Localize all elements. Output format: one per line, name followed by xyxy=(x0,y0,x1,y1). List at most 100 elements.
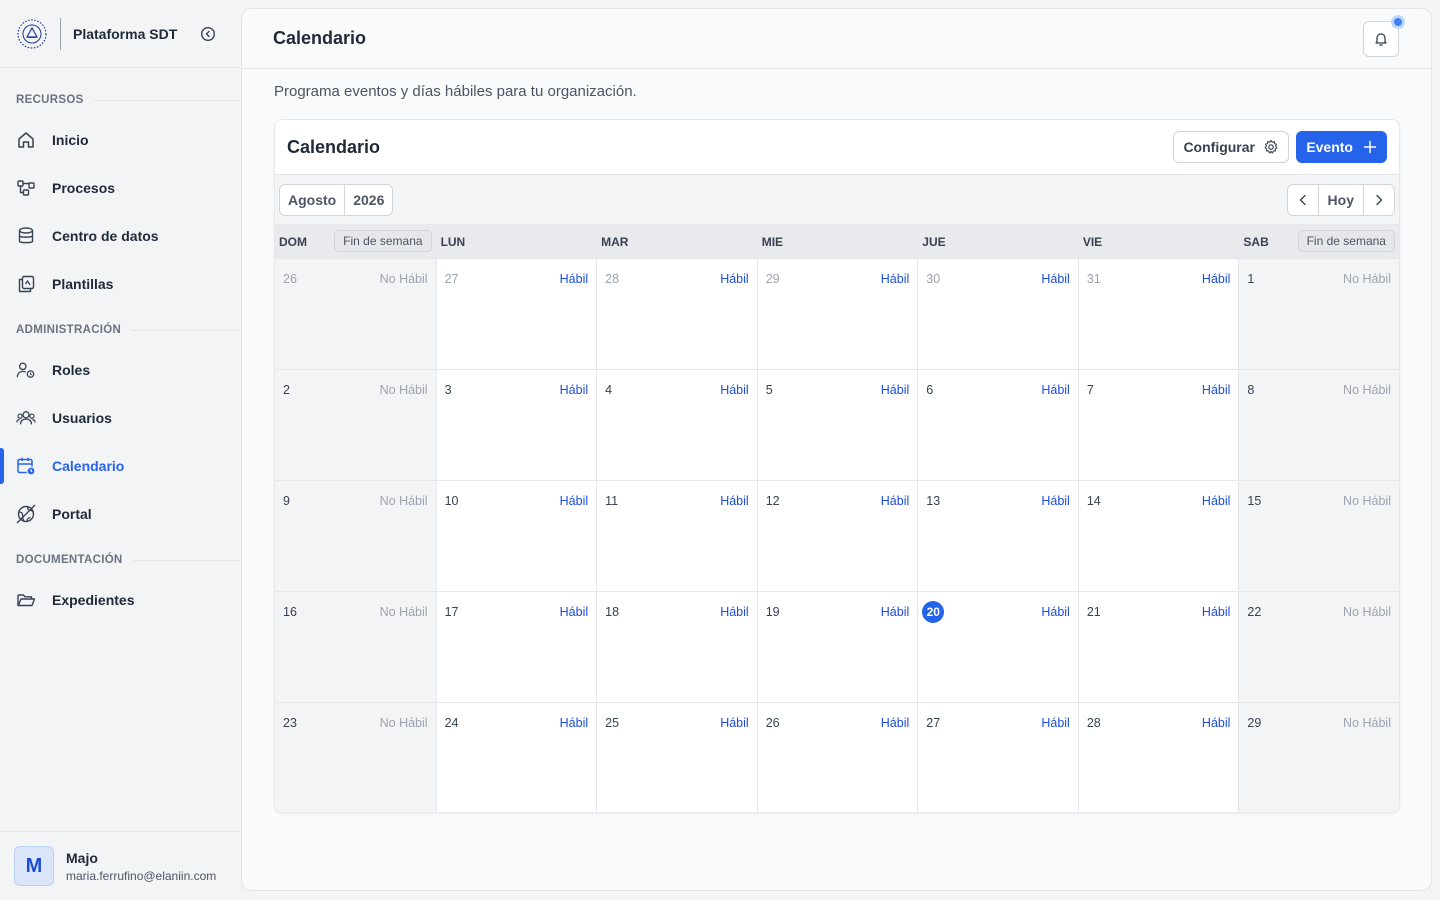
business-day-label: Hábil xyxy=(720,272,749,286)
calendar-day-cell[interactable]: 25 Hábil xyxy=(596,703,757,812)
sidebar-item-roles[interactable]: Roles xyxy=(0,350,240,390)
calendar-day-cell[interactable]: 3 Hábil xyxy=(435,370,597,481)
day-number: 31 xyxy=(1086,272,1101,286)
calendar-day-cell[interactable]: 10 Hábil xyxy=(435,481,597,592)
non-business-day-label: No Hábil xyxy=(379,716,428,730)
business-day-label: Hábil xyxy=(559,383,589,397)
user-role-icon xyxy=(16,360,36,380)
calendar-day-cell[interactable]: 28 Hábil xyxy=(596,259,757,370)
non-business-day-label: No Hábil xyxy=(379,494,428,508)
today-button[interactable]: Hoy xyxy=(1317,185,1364,215)
calendar-day-cell[interactable]: 21 Hábil xyxy=(1077,592,1239,703)
sidebar-item-inicio[interactable]: Inicio xyxy=(0,120,240,160)
day-number: 27 xyxy=(444,272,459,286)
weekend-badge: Fin de semana xyxy=(334,230,432,252)
sidebar-item-label: Portal xyxy=(52,506,92,522)
user-profile[interactable]: M Majo maria.ferrufino@elaniin.com xyxy=(0,831,240,900)
workflow-icon xyxy=(16,178,36,198)
calendar-day-cell[interactable]: 5 Hábil xyxy=(756,370,918,481)
day-number: 28 xyxy=(605,272,620,286)
day-number: 9 xyxy=(283,494,290,508)
business-day-label: Hábil xyxy=(1201,494,1231,508)
calendar-day-cell[interactable]: 31 Hábil xyxy=(1077,259,1239,370)
calendar-day-cell[interactable]: 18 Hábil xyxy=(596,592,757,703)
calendar-day-cell[interactable]: 16 No Hábil xyxy=(275,592,436,703)
calendar-toolbar: Agosto 2026 Hoy xyxy=(275,175,1399,225)
calendar-day-cell[interactable]: 23 No Hábil xyxy=(275,703,436,812)
calendar-day-cell[interactable]: 12 Hábil xyxy=(756,481,918,592)
sidebar-item-centro-de-datos[interactable]: Centro de datos xyxy=(0,216,240,256)
business-day-label: Hábil xyxy=(880,383,910,397)
calendar-day-cell[interactable]: 4 Hábil xyxy=(596,370,757,481)
brand-name: Plataforma SDT xyxy=(73,25,178,42)
chevron-right-icon xyxy=(1372,193,1386,207)
calendar-day-cell[interactable]: 29 No Hábil xyxy=(1238,703,1399,812)
section-label-recursos: RECURSOS xyxy=(0,90,240,110)
templates-icon xyxy=(16,274,36,294)
weekday-dom: DOM Fin de semana xyxy=(275,225,436,258)
year-select[interactable]: 2026 xyxy=(344,185,392,215)
business-day-label: Hábil xyxy=(720,383,749,397)
notifications-button[interactable] xyxy=(1363,15,1405,57)
sidebar-item-plantillas[interactable]: Plantillas xyxy=(0,264,240,304)
calendar-day-cell[interactable]: 1 No Hábil xyxy=(1238,259,1399,370)
gear-icon xyxy=(1263,139,1279,155)
avatar: M xyxy=(14,846,54,886)
calendar-day-cell[interactable]: 26 Hábil xyxy=(756,703,918,812)
calendar-day-cell[interactable]: 7 Hábil xyxy=(1077,370,1239,481)
business-day-label: Hábil xyxy=(1201,716,1231,730)
calendar-day-cell[interactable]: 27 Hábil xyxy=(917,703,1078,812)
day-number: 1 xyxy=(1247,272,1255,286)
day-number: 14 xyxy=(1086,494,1101,508)
sidebar-item-procesos[interactable]: Procesos xyxy=(0,168,240,208)
calendar-day-cell[interactable]: 15 No Hábil xyxy=(1238,481,1399,592)
calendar-day-cell[interactable]: 27 Hábil xyxy=(435,259,597,370)
database-icon xyxy=(16,226,36,246)
business-day-label: Hábil xyxy=(1041,494,1070,508)
calendar-day-cell[interactable]: 29 Hábil xyxy=(756,259,918,370)
government-seal-logo xyxy=(16,18,48,50)
month-navigation: Hoy xyxy=(1286,184,1395,216)
calendar-day-cell[interactable]: 11 Hábil xyxy=(596,481,757,592)
calendar-day-cell[interactable]: 30 Hábil xyxy=(917,259,1078,370)
notification-dot xyxy=(1391,15,1405,29)
non-business-day-label: No Hábil xyxy=(1343,494,1391,508)
day-number: 30 xyxy=(926,272,941,286)
configure-button[interactable]: Configurar xyxy=(1173,131,1289,163)
business-day-label: Hábil xyxy=(559,494,589,508)
month-year-selector: Agosto 2026 xyxy=(279,184,394,216)
collapse-sidebar-icon[interactable] xyxy=(199,25,217,43)
non-business-day-label: No Hábil xyxy=(379,272,428,286)
calendar-day-cell[interactable]: 20 Hábil xyxy=(917,592,1078,703)
calendar-day-cell[interactable]: 19 Hábil xyxy=(756,592,918,703)
calendar-day-cell[interactable]: 22 No Hábil xyxy=(1238,592,1399,703)
month-select[interactable]: Agosto xyxy=(280,185,344,215)
sidebar-item-label: Inicio xyxy=(52,132,89,148)
calendar-day-cell[interactable]: 17 Hábil xyxy=(435,592,597,703)
day-number: 16 xyxy=(283,605,297,619)
brand-bar: Plataforma SDT xyxy=(0,0,240,68)
calendar-day-cell[interactable]: 28 Hábil xyxy=(1077,703,1239,812)
calendar-day-cell[interactable]: 2 No Hábil xyxy=(275,370,436,481)
weekday-label: SAB xyxy=(1243,234,1269,249)
weekday-mar: MAR xyxy=(596,225,757,258)
sidebar-item-expedientes[interactable]: Expedientes xyxy=(0,580,240,620)
add-event-button[interactable]: Evento xyxy=(1296,131,1387,163)
weekday-lun: LUN xyxy=(435,225,597,258)
sidebar-item-usuarios[interactable]: Usuarios xyxy=(0,398,240,438)
sidebar-item-calendario[interactable]: Calendario xyxy=(0,446,240,486)
calendar-day-cell[interactable]: 24 Hábil xyxy=(435,703,597,812)
calendar-day-cell[interactable]: 13 Hábil xyxy=(917,481,1078,592)
sidebar-item-portal[interactable]: Portal xyxy=(0,494,240,534)
calendar-day-cell[interactable]: 26 No Hábil xyxy=(275,259,436,370)
calendar-day-cell[interactable]: 9 No Hábil xyxy=(275,481,436,592)
bell-icon xyxy=(1373,31,1389,47)
previous-month-button[interactable] xyxy=(1288,185,1318,215)
calendar-day-cell[interactable]: 8 No Hábil xyxy=(1238,370,1399,481)
user-email: maria.ferrufino@elaniin.com xyxy=(66,868,217,883)
next-month-button[interactable] xyxy=(1364,185,1394,215)
calendar-day-cell[interactable]: 14 Hábil xyxy=(1077,481,1239,592)
day-number: 24 xyxy=(444,716,459,730)
calendar-day-cell[interactable]: 6 Hábil xyxy=(917,370,1078,481)
section-label-administracion: ADMINISTRACIÓN xyxy=(0,320,240,340)
